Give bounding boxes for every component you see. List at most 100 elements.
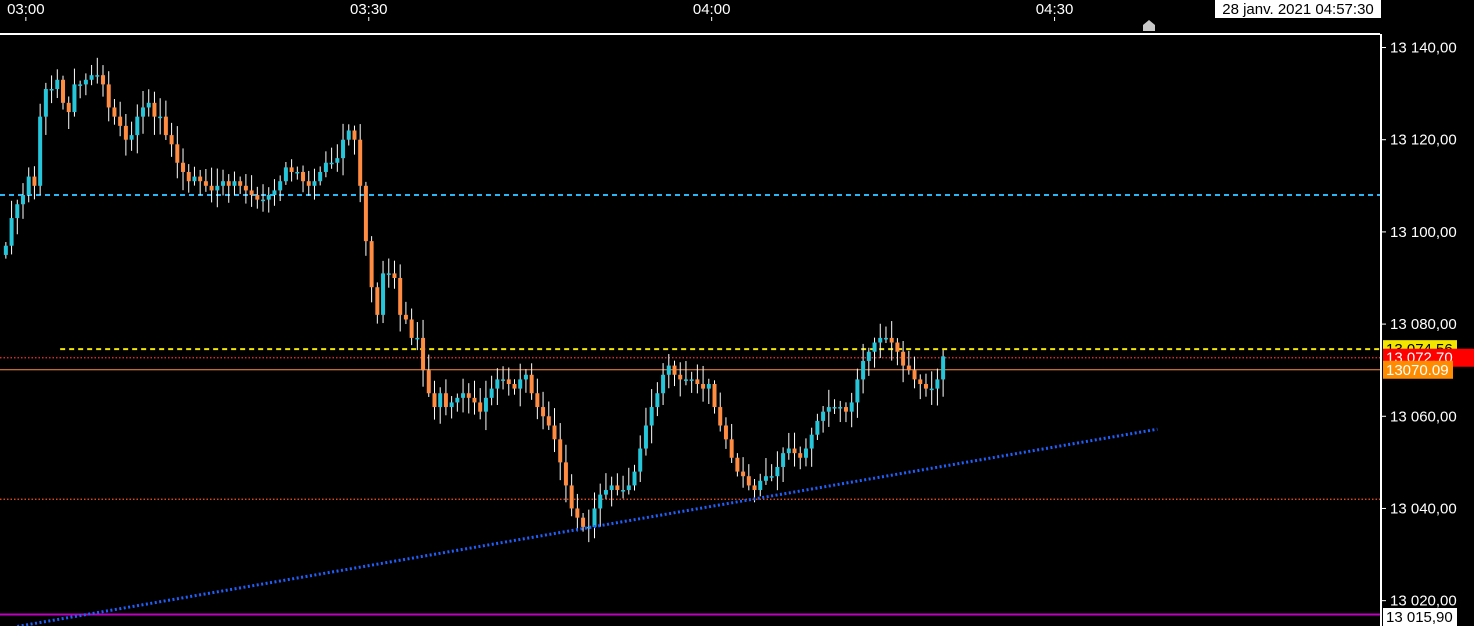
candle[interactable] (426, 354, 431, 397)
candle[interactable] (398, 264, 403, 332)
candle[interactable] (643, 407, 648, 456)
candle[interactable] (9, 200, 14, 255)
candle[interactable] (163, 100, 168, 140)
candle[interactable] (552, 408, 557, 453)
candle[interactable] (558, 423, 563, 481)
candle[interactable] (118, 101, 123, 137)
price-chart[interactable]: 03:00 03:30 04:00 04:30 28 janv. 2021 04:57… (0, 0, 1474, 626)
candle[interactable] (758, 473, 763, 497)
candle[interactable] (609, 476, 614, 507)
candle[interactable] (666, 354, 671, 389)
candle[interactable] (443, 379, 448, 416)
candle[interactable] (78, 80, 83, 99)
candle[interactable] (83, 73, 88, 96)
candle[interactable] (746, 464, 751, 491)
candle[interactable] (866, 347, 871, 376)
candle[interactable] (21, 183, 26, 219)
candle[interactable] (781, 447, 786, 483)
candle[interactable] (798, 446, 803, 470)
candle[interactable] (809, 427, 814, 467)
candle[interactable] (335, 144, 340, 172)
candle[interactable] (826, 389, 831, 427)
candle[interactable] (169, 122, 174, 157)
candle[interactable] (483, 380, 488, 431)
candle[interactable] (712, 380, 717, 414)
candle[interactable] (895, 338, 900, 366)
candle[interactable] (683, 361, 688, 386)
candle[interactable] (352, 125, 357, 155)
candle[interactable] (306, 170, 311, 196)
candle[interactable] (598, 483, 603, 527)
candle[interactable] (181, 148, 186, 191)
candle[interactable] (375, 282, 380, 324)
candle[interactable] (729, 423, 734, 464)
candle[interactable] (129, 121, 134, 151)
candle[interactable] (649, 389, 654, 444)
candle[interactable] (883, 326, 888, 344)
candle[interactable] (3, 242, 8, 259)
candle[interactable] (232, 171, 237, 196)
candle[interactable] (175, 126, 180, 179)
plot-area[interactable] (0, 57, 1380, 626)
candle[interactable] (678, 362, 683, 397)
candle[interactable] (146, 89, 151, 117)
candle[interactable] (472, 380, 477, 415)
candle[interactable] (563, 444, 568, 503)
candle[interactable] (261, 184, 266, 212)
candle[interactable] (495, 368, 500, 405)
candle[interactable] (43, 82, 48, 135)
candle[interactable] (763, 458, 768, 485)
candle[interactable] (775, 451, 780, 491)
candle[interactable] (403, 301, 408, 325)
candle[interactable] (569, 474, 574, 517)
candle[interactable] (535, 378, 540, 420)
candle[interactable] (512, 379, 517, 395)
candle[interactable] (438, 387, 443, 424)
candle[interactable] (815, 413, 820, 440)
candle[interactable] (901, 341, 906, 383)
candle[interactable] (243, 174, 248, 204)
candle[interactable] (415, 322, 420, 351)
candle[interactable] (66, 96, 71, 130)
candle[interactable] (546, 401, 551, 430)
candle[interactable] (769, 464, 774, 482)
candle[interactable] (461, 378, 466, 413)
candle[interactable] (478, 388, 483, 420)
candle[interactable] (615, 473, 620, 496)
candle[interactable] (941, 350, 946, 397)
candle[interactable] (541, 391, 546, 430)
candle[interactable] (123, 113, 128, 156)
candle[interactable] (386, 258, 391, 288)
price-tag-orange[interactable]: 13070.09 (1383, 360, 1453, 379)
candle[interactable] (38, 103, 43, 195)
candle[interactable] (226, 174, 231, 203)
candle[interactable] (89, 64, 94, 86)
candle[interactable] (346, 124, 351, 146)
candle[interactable] (701, 365, 706, 402)
candle[interactable] (621, 475, 626, 499)
candle[interactable] (889, 321, 894, 361)
candle[interactable] (341, 123, 346, 176)
candle[interactable] (912, 356, 917, 389)
candle[interactable] (638, 435, 643, 483)
candle[interactable] (272, 179, 277, 206)
candle[interactable] (792, 432, 797, 467)
candle[interactable] (266, 187, 271, 213)
candle[interactable] (672, 360, 677, 387)
candle[interactable] (95, 57, 100, 84)
candle[interactable] (655, 382, 660, 417)
candle[interactable] (209, 167, 214, 203)
price-axis[interactable]: 13 140,00 13 120,00 13 100,00 13 080,00 13 0… (1380, 34, 1474, 626)
candle[interactable] (626, 467, 631, 495)
candle[interactable] (186, 164, 191, 193)
candle[interactable] (906, 350, 911, 375)
candle[interactable] (706, 378, 711, 404)
candle[interactable] (832, 399, 837, 415)
candle[interactable] (523, 369, 528, 393)
candle[interactable] (923, 373, 928, 397)
candle[interactable] (141, 91, 146, 134)
candle[interactable] (158, 98, 163, 135)
candle[interactable] (152, 91, 157, 135)
candle[interactable] (821, 405, 826, 433)
candle[interactable] (295, 166, 300, 180)
